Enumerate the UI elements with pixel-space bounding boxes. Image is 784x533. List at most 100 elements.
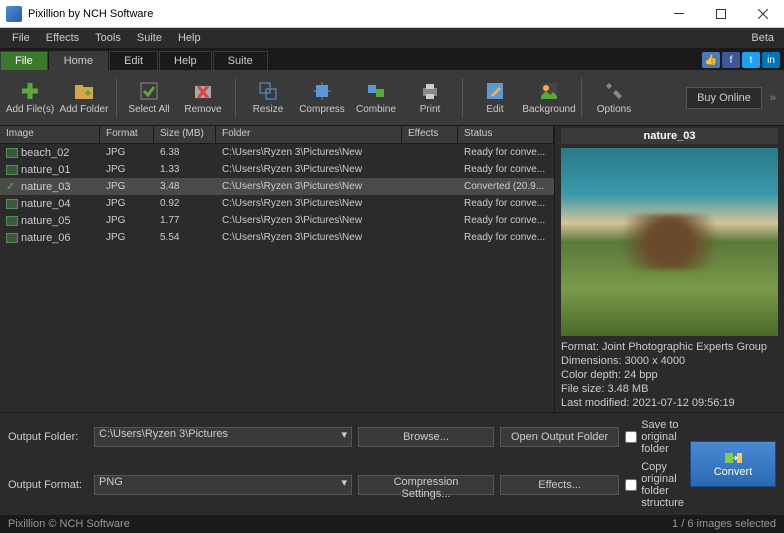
browse-button[interactable]: Browse... <box>358 427 494 447</box>
combine-icon <box>365 80 387 102</box>
file-effects <box>402 220 458 222</box>
tab-suite[interactable]: Suite <box>213 51 268 70</box>
combine-button[interactable]: Combine <box>350 73 402 123</box>
compress-button[interactable]: Compress <box>296 73 348 123</box>
file-name: nature_03 <box>21 181 71 193</box>
col-format[interactable]: Format <box>100 126 154 143</box>
output-panel: Output Folder: C:\Users\Ryzen 3\Pictures… <box>0 412 784 515</box>
table-row[interactable]: nature_05JPG1.77C:\Users\Ryzen 3\Picture… <box>0 212 554 229</box>
file-list: Image Format Size (MB) Folder Effects St… <box>0 126 554 412</box>
save-original-checkbox[interactable] <box>625 431 637 443</box>
copy-structure-label: Copy original folder structure <box>641 461 684 509</box>
copy-structure-checkbox[interactable] <box>625 479 637 491</box>
output-format-select[interactable]: PNG ▾ <box>94 475 352 495</box>
menu-suite[interactable]: Suite <box>129 30 170 46</box>
file-format: JPG <box>100 163 154 176</box>
file-format: JPG <box>100 214 154 227</box>
file-name: nature_01 <box>21 164 71 176</box>
file-name: nature_06 <box>21 232 71 244</box>
x-icon <box>192 80 214 102</box>
wrench-icon <box>603 80 625 102</box>
file-name: nature_04 <box>21 198 71 210</box>
facebook-icon[interactable]: f <box>722 52 740 68</box>
preview-filename: nature_03 <box>561 128 778 144</box>
file-format: JPG <box>100 197 154 210</box>
check-icon <box>138 80 160 102</box>
beta-label: Beta <box>743 30 780 46</box>
file-format: JPG <box>100 231 154 244</box>
tab-file[interactable]: File <box>0 51 48 70</box>
preview-modified: Last modified: 2021-07-12 09:56:19 <box>561 396 778 410</box>
convert-button[interactable]: Convert <box>690 441 776 487</box>
maximize-button[interactable] <box>700 0 742 28</box>
background-button[interactable]: Background <box>523 73 575 123</box>
close-button[interactable] <box>742 0 784 28</box>
image-icon <box>6 233 18 243</box>
plus-icon <box>19 80 41 102</box>
tab-home[interactable]: Home <box>49 51 108 70</box>
image-icon <box>6 216 18 226</box>
file-folder: C:\Users\Ryzen 3\Pictures\New <box>216 146 402 159</box>
file-status: Ready for conve... <box>458 214 554 227</box>
column-headers: Image Format Size (MB) Folder Effects St… <box>0 126 554 144</box>
select-all-button[interactable]: Select All <box>123 73 175 123</box>
table-row[interactable]: nature_06 JPG5.54C:\Users\Ryzen 3\Picture… <box>0 229 554 246</box>
add-folder-button[interactable]: Add Folder <box>58 73 110 123</box>
convert-icon <box>724 450 742 464</box>
preview-depth: Color depth: 24 bpp <box>561 368 778 382</box>
file-folder: C:\Users\Ryzen 3\Pictures\New <box>216 180 402 193</box>
save-original-label: Save to original folder <box>641 419 684 455</box>
edit-button[interactable]: Edit <box>469 73 521 123</box>
output-format-label: Output Format: <box>8 479 88 491</box>
file-effects <box>402 186 458 188</box>
file-status: Ready for conve... <box>458 163 554 176</box>
table-row[interactable]: nature_04JPG0.92C:\Users\Ryzen 3\Picture… <box>0 195 554 212</box>
menu-file[interactable]: File <box>4 30 38 46</box>
buy-online-button[interactable]: Buy Online <box>686 87 762 109</box>
menu-tools[interactable]: Tools <box>87 30 129 46</box>
menubar: File Effects Tools Suite Help Beta <box>0 28 784 48</box>
col-size[interactable]: Size (MB) <box>154 126 216 143</box>
remove-button[interactable]: Remove <box>177 73 229 123</box>
col-image[interactable]: Image <box>0 126 100 143</box>
tab-edit[interactable]: Edit <box>109 51 158 70</box>
chevron-icon[interactable]: » <box>766 92 780 104</box>
file-name: beach_02 <box>21 147 69 159</box>
linkedin-icon[interactable]: in <box>762 52 780 68</box>
add-files-button[interactable]: Add File(s) <box>4 73 56 123</box>
file-size: 5.54 <box>154 231 216 244</box>
twitter-icon[interactable]: t <box>742 52 760 68</box>
col-status[interactable]: Status <box>458 126 554 143</box>
minimize-button[interactable] <box>658 0 700 28</box>
table-row[interactable]: nature_01JPG1.33C:\Users\Ryzen 3\Picture… <box>0 161 554 178</box>
file-status: Ready for conve... <box>458 146 554 159</box>
table-row[interactable]: beach_02JPG6.38C:\Users\Ryzen 3\Pictures… <box>0 144 554 161</box>
table-row[interactable]: ✓nature_03JPG3.48C:\Users\Ryzen 3\Pictur… <box>0 178 554 195</box>
file-size: 3.48 <box>154 180 216 193</box>
window-title: Pixillion by NCH Software <box>28 8 658 20</box>
col-effects[interactable]: Effects <box>402 126 458 143</box>
thumbs-up-icon[interactable]: 👍 <box>702 52 720 68</box>
preview-image <box>561 148 778 336</box>
open-output-button[interactable]: Open Output Folder <box>500 427 619 447</box>
options-button[interactable]: Options <box>588 73 640 123</box>
preview-dimensions: Dimensions: 3000 x 4000 <box>561 354 778 368</box>
resize-button[interactable]: Resize <box>242 73 294 123</box>
col-folder[interactable]: Folder <box>216 126 402 143</box>
file-folder: C:\Users\Ryzen 3\Pictures\New <box>216 231 402 244</box>
print-button[interactable]: Print <box>404 73 456 123</box>
background-icon <box>538 80 560 102</box>
app-icon <box>6 6 22 22</box>
file-effects <box>402 237 458 239</box>
status-left: Pixillion © NCH Software <box>8 518 130 530</box>
output-folder-select[interactable]: C:\Users\Ryzen 3\Pictures ▾ <box>94 427 352 447</box>
tab-help[interactable]: Help <box>159 51 212 70</box>
statusbar: Pixillion © NCH Software 1 / 6 images se… <box>0 515 784 533</box>
menu-effects[interactable]: Effects <box>38 30 87 46</box>
compression-button[interactable]: Compression Settings... <box>358 475 494 495</box>
preview-filesize: File size: 3.48 MB <box>561 382 778 396</box>
file-status: Ready for conve... <box>458 197 554 210</box>
file-folder: C:\Users\Ryzen 3\Pictures\New <box>216 214 402 227</box>
effects-button[interactable]: Effects... <box>500 475 619 495</box>
menu-help[interactable]: Help <box>170 30 209 46</box>
